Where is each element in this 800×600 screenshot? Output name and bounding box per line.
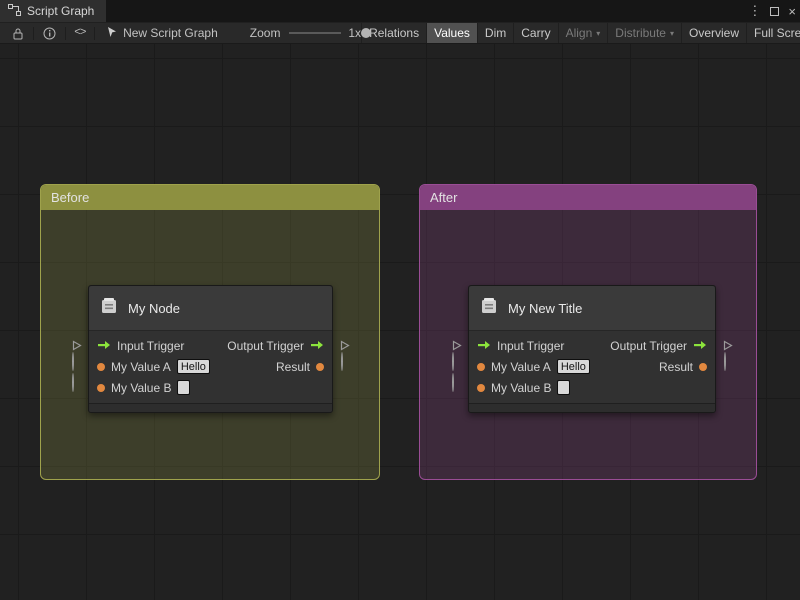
port-row: Input Trigger Output Trigger — [89, 335, 332, 356]
flow-arrow-icon — [693, 339, 707, 353]
flow-input-port[interactable] — [72, 340, 82, 351]
toolbar-separator — [94, 26, 96, 40]
port-label: My Value B — [111, 380, 172, 395]
graph-name: New Script Graph — [123, 26, 218, 40]
value-a-field[interactable]: Hello — [176, 359, 210, 374]
unit-node[interactable]: My Node Input Trigger Output Trigger My … — [88, 285, 333, 413]
toolbar-separator — [33, 26, 34, 40]
value-port-icon — [316, 362, 324, 371]
port-label: Output Trigger — [227, 338, 304, 353]
chevron-down-icon: ▾ — [669, 28, 674, 38]
unit-body: Input Trigger Output Trigger My Value A … — [89, 331, 332, 403]
close-icon[interactable]: × — [788, 4, 796, 19]
overview-button[interactable]: Overview — [680, 23, 746, 43]
group-title: Before — [51, 190, 90, 205]
lock-icon[interactable] — [6, 23, 30, 43]
script-graph-asset-icon — [106, 26, 118, 41]
tab-script-graph[interactable]: Script Graph — [0, 0, 107, 22]
group-title: After — [430, 190, 458, 205]
distribute-dropdown[interactable]: Distribute ▾ — [607, 23, 681, 43]
group-header[interactable]: After — [420, 185, 756, 210]
port-row: Input Trigger Output Trigger — [469, 335, 715, 356]
zoom-slider-track[interactable] — [289, 32, 342, 34]
unit-title: My Node — [128, 300, 181, 316]
unit-title: My New Title — [508, 300, 583, 316]
group-header[interactable]: Before — [41, 185, 379, 210]
unit-icon — [99, 296, 119, 321]
value-a-field[interactable]: Hello — [556, 359, 590, 374]
toolbar-separator — [64, 26, 66, 40]
value-port-icon — [97, 362, 105, 371]
fullscreen-button[interactable]: Full Screen — [746, 23, 800, 43]
zoom-slider[interactable] — [289, 26, 372, 40]
value-port-icon — [699, 362, 707, 371]
port-label: Result — [275, 359, 310, 374]
chevron-down-icon: ▾ — [596, 28, 601, 38]
value-b-field[interactable] — [177, 380, 191, 395]
port-row: My Value B — [469, 377, 715, 398]
port-row: My Value A Hello Result — [89, 356, 332, 377]
unit-header[interactable]: My New Title — [469, 286, 715, 331]
graph-canvas[interactable]: Before After My Node Input Trigger Outpu… — [0, 44, 800, 600]
port-label: My Value A — [111, 359, 171, 374]
menu-icon[interactable]: ⋮ — [748, 3, 761, 19]
flow-output-port[interactable] — [340, 340, 350, 351]
script-graph-window: Script Graph ⋮ × <> New Script Graph Zoo… — [0, 0, 800, 600]
port-row: My Value A Hello Result — [469, 356, 715, 377]
value-port-icon — [477, 362, 485, 371]
graph-breadcrumb[interactable]: New Script Graph — [98, 26, 226, 41]
port-row: My Value B — [89, 377, 332, 398]
node-my-new-title[interactable]: My New Title Input Trigger Output Trigge… — [452, 285, 742, 415]
graph-toolbar: <> New Script Graph Zoom 1x Relations Va… — [0, 22, 800, 44]
unit-footer — [469, 403, 715, 412]
node-my-node[interactable]: My Node Input Trigger Output Trigger My … — [72, 285, 362, 415]
port-label: My Value A — [491, 359, 551, 374]
value-b-field[interactable] — [557, 380, 571, 395]
unit-node[interactable]: My New Title Input Trigger Output Trigge… — [468, 285, 716, 413]
tab-bar: Script Graph ⋮ × — [0, 0, 800, 22]
toolbar-buttons: Relations Values Dim Carry Align ▾ Distr… — [361, 23, 800, 43]
flow-arrow-icon — [477, 339, 491, 353]
unit-body: Input Trigger Output Trigger My Value A … — [469, 331, 715, 403]
port-label: My Value B — [491, 380, 552, 395]
zoom-label: Zoom — [249, 26, 281, 40]
value-port-icon — [477, 383, 485, 392]
port-label: Output Trigger — [610, 338, 687, 353]
tab-label: Script Graph — [27, 4, 95, 18]
script-graph-tab-icon — [8, 3, 21, 19]
unit-header[interactable]: My Node — [89, 286, 332, 331]
info-icon[interactable] — [37, 23, 62, 43]
values-button[interactable]: Values — [426, 23, 477, 43]
align-dropdown[interactable]: Align ▾ — [557, 23, 608, 43]
unit-footer — [89, 403, 332, 412]
flow-arrow-icon — [310, 339, 324, 353]
port-label: Input Trigger — [117, 338, 185, 353]
port-label: Result — [658, 359, 693, 374]
code-icon[interactable]: <> — [68, 23, 91, 43]
carry-button[interactable]: Carry — [513, 23, 557, 43]
flow-arrow-icon — [97, 339, 111, 353]
dim-button[interactable]: Dim — [476, 23, 513, 43]
window-controls: ⋮ × — [748, 0, 796, 22]
value-port-icon — [97, 383, 105, 392]
flow-output-port[interactable] — [723, 340, 733, 351]
flow-input-port[interactable] — [452, 340, 462, 351]
port-label: Input Trigger — [497, 338, 565, 353]
unit-icon — [479, 296, 499, 321]
maximize-icon[interactable] — [770, 6, 780, 16]
zoom-value: 1x — [348, 26, 362, 40]
